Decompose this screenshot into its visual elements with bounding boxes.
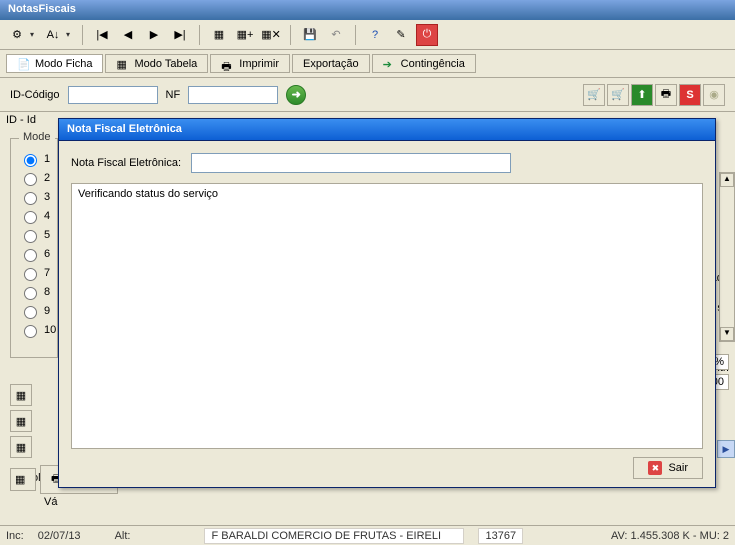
dialog-title: Nota Fiscal Eletrônica: [67, 123, 182, 135]
sair-label: Sair: [668, 462, 688, 474]
dialog-titlebar[interactable]: Nota Fiscal Eletrônica: [59, 119, 715, 141]
exit-icon: ✖: [648, 461, 662, 475]
nfe-field-label: Nota Fiscal Eletrônica:: [71, 157, 181, 169]
dialog-log-text: Verificando status do serviço: [78, 188, 218, 200]
dialog-log: Verificando status do serviço: [71, 183, 703, 449]
dialog-input-row: Nota Fiscal Eletrônica:: [71, 153, 703, 173]
nfe-dialog: Nota Fiscal Eletrônica Nota Fiscal Eletr…: [58, 118, 716, 488]
sair-button[interactable]: ✖ Sair: [633, 457, 703, 479]
nfe-input[interactable]: [191, 153, 511, 173]
dialog-footer: ✖ Sair: [71, 449, 703, 479]
dialog-overlay: Nota Fiscal Eletrônica Nota Fiscal Eletr…: [0, 0, 735, 545]
dialog-body: Nota Fiscal Eletrônica: Verificando stat…: [59, 141, 715, 487]
